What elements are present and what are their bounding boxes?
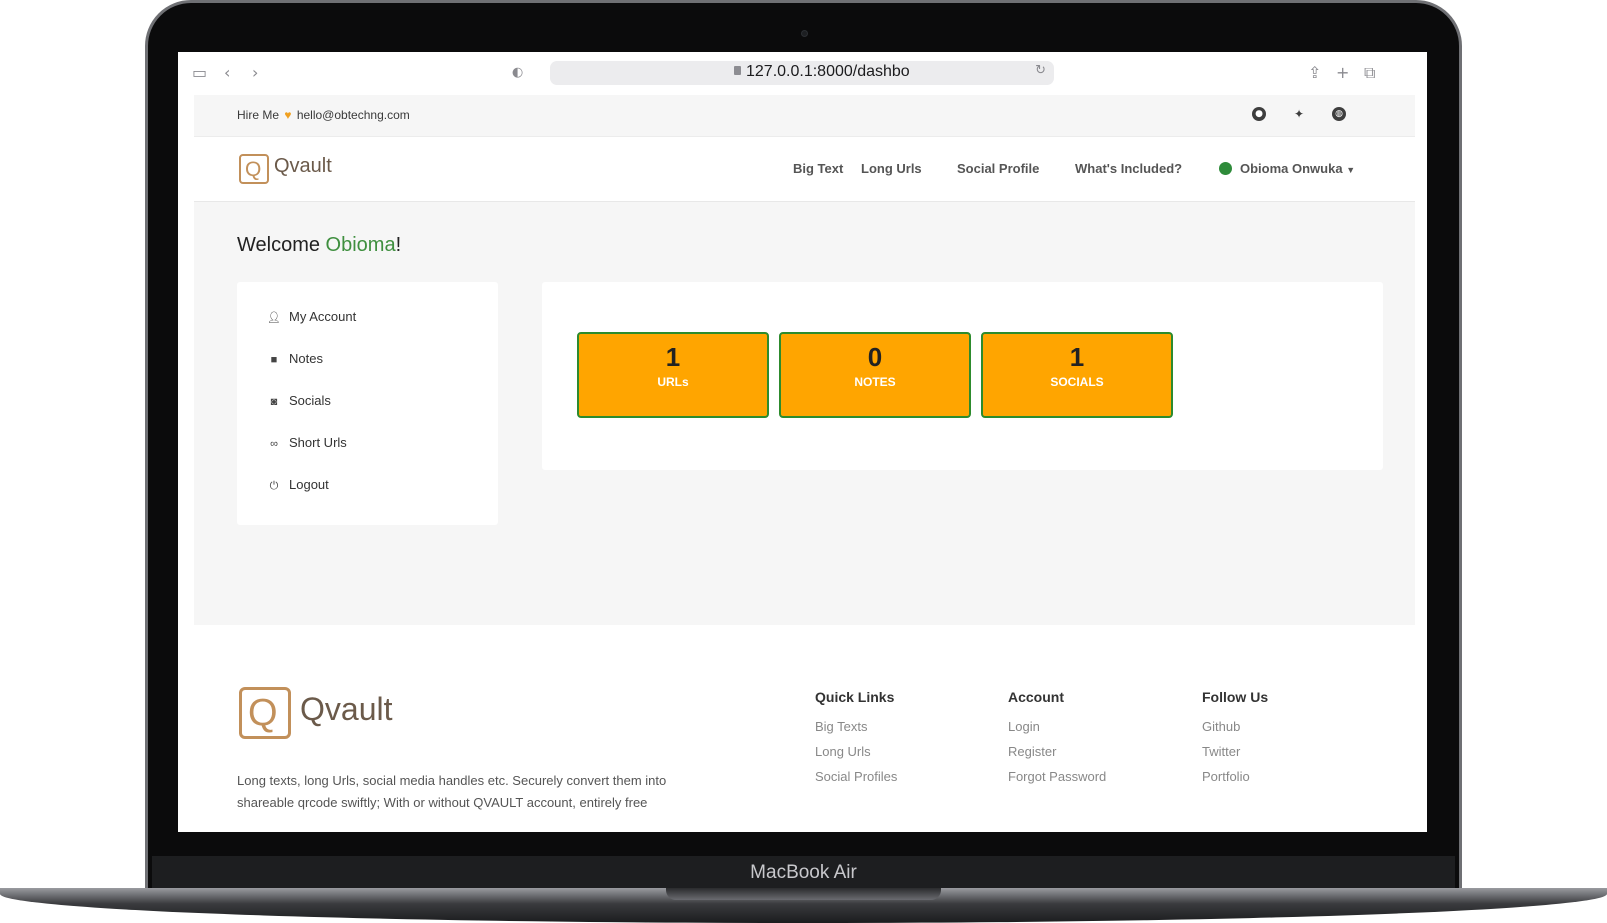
contact-email[interactable]: hello@obtechng.com xyxy=(297,108,410,122)
sidebar-item-logout[interactable]: ⏻ Logout xyxy=(267,477,329,497)
footer-brand-name: Qvault xyxy=(300,691,393,727)
address-bar[interactable]: 127.0.0.1:8000/dashbo ↻ xyxy=(550,61,1054,85)
sidebar-item-my-account[interactable]: 👤︎ My Account xyxy=(267,309,356,329)
footer-column-follow-us: Follow Us Github Twitter Portfolio xyxy=(1202,689,1268,794)
logo-letter: Q xyxy=(245,158,262,181)
back-icon[interactable]: ‹ xyxy=(224,64,230,82)
stat-urls[interactable]: 1 URLs xyxy=(577,332,769,418)
footer-link-social-profiles[interactable]: Social Profiles xyxy=(815,769,897,794)
reload-icon[interactable]: ↻ xyxy=(1035,63,1046,78)
nav-long-urls[interactable]: Long Urls xyxy=(861,161,922,176)
stat-label: URLs xyxy=(657,375,689,389)
device-label: MacBook Air xyxy=(750,862,857,883)
hire-label: Hire Me xyxy=(237,108,280,122)
dashboard-main: Welcome Obioma! 👤︎ My Account ■ Notes ◙ Soc… xyxy=(194,202,1415,625)
footer-column-title: Account xyxy=(1008,689,1064,705)
stat-label: NOTES xyxy=(854,375,896,389)
footer-link-twitter[interactable]: Twitter xyxy=(1202,744,1268,769)
sidebar-item-label: Logout xyxy=(289,477,329,492)
stat-value: 1 xyxy=(1069,342,1085,372)
footer-column-title: Quick Links xyxy=(815,689,895,705)
camera xyxy=(801,30,808,37)
brand-name[interactable]: Qvault xyxy=(274,155,332,178)
stat-notes[interactable]: 0 NOTES xyxy=(779,332,971,418)
tabs-icon[interactable]: ⧉ xyxy=(1364,64,1375,82)
power-icon: ⏻ xyxy=(269,480,279,492)
globe-icon[interactable]: ◍ xyxy=(1332,107,1346,121)
share-icon[interactable]: ⇪ xyxy=(1308,64,1321,82)
footer-link-register[interactable]: Register xyxy=(1008,744,1106,769)
lock-icon xyxy=(734,66,741,75)
sidebar-item-socials[interactable]: ◙ Socials xyxy=(267,393,331,413)
sidebar-item-label: Socials xyxy=(289,393,331,408)
shield-icon[interactable]: ◐ xyxy=(512,64,523,82)
sidebar-item-short-urls[interactable]: ∞ Short Urls xyxy=(267,435,347,455)
browser-toolbar: ▭ ‹ › ◐ 127.0.0.1:8000/dashbo ↻ ⇪ + ⧉ xyxy=(178,52,1427,95)
footer-column-title: Follow Us xyxy=(1202,689,1269,705)
footer-column-account: Account Login Register Forgot Password xyxy=(1008,689,1106,794)
nav-big-text[interactable]: Big Text xyxy=(793,161,843,176)
footer-column-quick-links: Quick Links Big Texts Long Urls Social P… xyxy=(815,689,897,794)
stat-value: 1 xyxy=(665,342,681,372)
logo-mark[interactable]: Q xyxy=(239,154,269,184)
link-icon: ∞ xyxy=(270,438,278,450)
footer-link-login[interactable]: Login xyxy=(1008,719,1106,744)
twitter-icon[interactable]: ✦ xyxy=(1292,107,1306,121)
footer-description: Long texts, long Urls, social media hand… xyxy=(237,773,667,810)
footer-link-big-texts[interactable]: Big Texts xyxy=(815,719,897,744)
stat-socials[interactable]: 1 SOCIALS xyxy=(981,332,1173,418)
sidebar-menu: 👤︎ My Account ■ Notes ◙ Socials ∞ Short Urls… xyxy=(237,282,498,525)
github-icon[interactable]: ● xyxy=(1252,107,1266,121)
url-text: 127.0.0.1:8000/dashbo xyxy=(746,63,910,80)
hire-me: Hire Me ♥ hello@obtechng.com xyxy=(237,108,410,122)
screen: ▭ ‹ › ◐ 127.0.0.1:8000/dashbo ↻ ⇪ + ⧉ Hi… xyxy=(178,52,1427,832)
footer: Q Qvault Long texts, long Urls, social m… xyxy=(194,625,1415,832)
sidebar-item-label: Short Urls xyxy=(289,435,347,450)
caret-down-icon: ▼ xyxy=(1346,165,1356,175)
stat-value: 0 xyxy=(867,342,883,372)
note-icon: ■ xyxy=(270,354,278,366)
footer-link-forgot-password[interactable]: Forgot Password xyxy=(1008,769,1106,794)
footer-link-github[interactable]: Github xyxy=(1202,719,1268,744)
laptop-notch xyxy=(666,888,941,900)
welcome-prefix: Welcome xyxy=(237,234,326,256)
welcome-heading: Welcome Obioma! xyxy=(237,234,401,257)
sidebar-item-notes[interactable]: ■ Notes xyxy=(267,351,323,371)
heart-icon: ♥ xyxy=(284,108,292,122)
welcome-suffix: ! xyxy=(395,234,402,256)
user-icon: 👤︎ xyxy=(267,312,281,324)
navbar: Q Qvault Big Text Long Urls Social Profi… xyxy=(194,137,1415,202)
sidebar-icon[interactable]: ▭ xyxy=(192,64,207,82)
sidebar-item-label: My Account xyxy=(289,309,357,324)
new-tab-icon[interactable]: + xyxy=(1336,64,1349,82)
footer-link-long-urls[interactable]: Long Urls xyxy=(815,744,897,769)
footer-logo-mark: Q xyxy=(239,687,291,739)
welcome-name: Obioma xyxy=(325,234,396,256)
topbar: Hire Me ♥ hello@obtechng.com ● ✦ ◍ xyxy=(194,95,1415,137)
user-name: Obioma Onwuka xyxy=(1240,161,1343,176)
footer-link-portfolio[interactable]: Portfolio xyxy=(1202,769,1268,794)
nav-social-profile[interactable]: Social Profile xyxy=(957,161,1039,176)
user-icon xyxy=(1219,162,1232,175)
instagram-icon: ◙ xyxy=(270,396,278,408)
sidebar-item-label: Notes xyxy=(289,351,323,366)
stat-label: SOCIALS xyxy=(1050,375,1104,389)
forward-icon[interactable]: › xyxy=(252,64,258,82)
user-menu[interactable]: Obioma Onwuka ▼ xyxy=(1240,161,1355,176)
nav-whats-included[interactable]: What's Included? xyxy=(1075,161,1182,176)
footer-logo-letter: Q xyxy=(248,692,278,734)
stats-panel: 1 URLs 0 NOTES 1 SOCIALS xyxy=(542,282,1383,470)
